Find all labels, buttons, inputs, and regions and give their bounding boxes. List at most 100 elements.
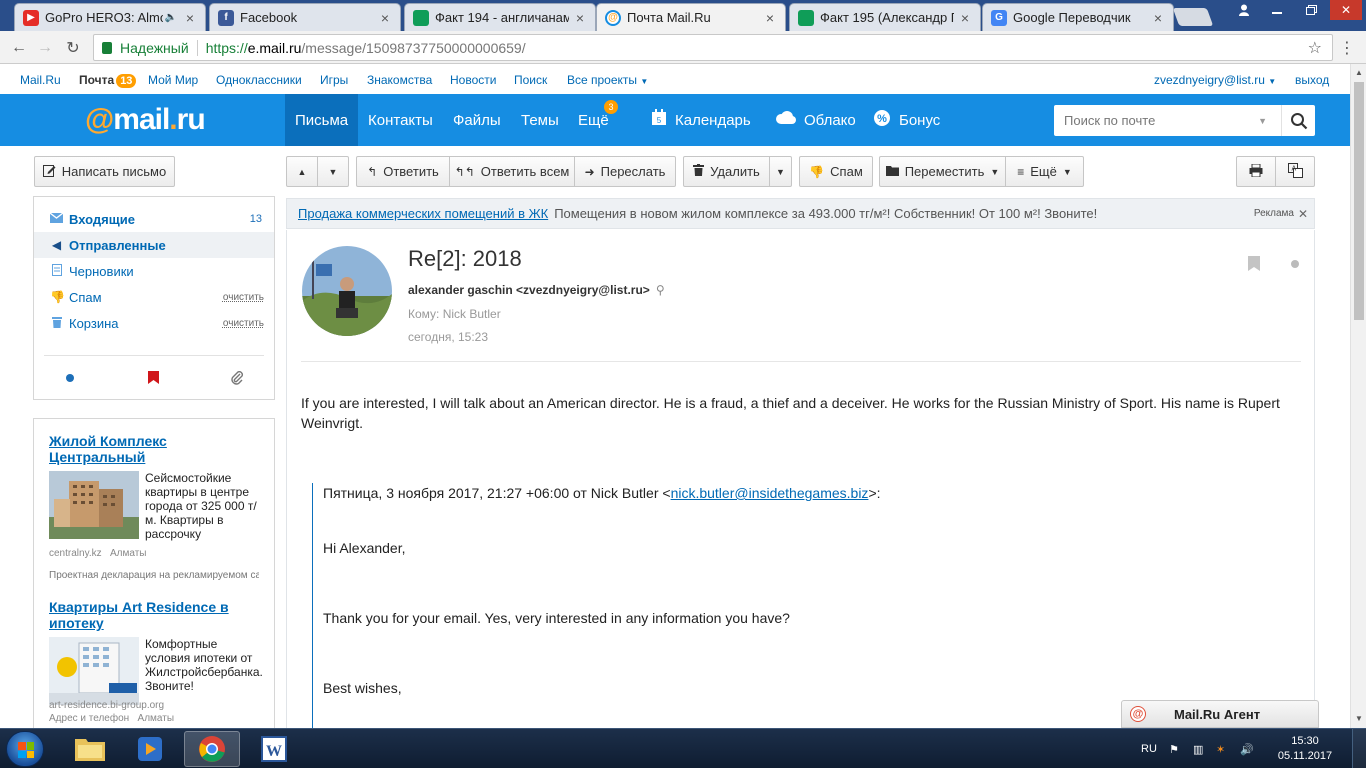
antivirus-icon[interactable]: ✶	[1216, 729, 1225, 768]
portal-link-news[interactable]: Новости	[450, 73, 496, 87]
page-scrollbar[interactable]: ▲ ▼	[1350, 64, 1366, 728]
folder-trash[interactable]: Корзина очистить	[34, 310, 274, 336]
nav-letters[interactable]: Письма	[285, 94, 359, 146]
translate-button[interactable]: A	[1275, 156, 1315, 187]
attachment-filter-icon[interactable]	[230, 371, 244, 388]
bookmark-flag-icon[interactable]	[1248, 256, 1260, 274]
close-tab-icon[interactable]: ×	[378, 10, 392, 26]
scrollbar-thumb[interactable]	[1354, 82, 1364, 320]
clear-trash-link[interactable]: очистить	[223, 318, 264, 329]
nav-files[interactable]: Файлы	[443, 94, 511, 146]
network-icon[interactable]: ▥	[1193, 729, 1203, 768]
flag-icon[interactable]: ⚑	[1169, 729, 1179, 768]
ad-title[interactable]: Жилой Комплекс Центральный	[49, 433, 264, 465]
restore-window-icon[interactable]	[1296, 0, 1326, 20]
close-tab-icon[interactable]: ×	[958, 10, 972, 26]
forward-arrow-icon[interactable]: →	[34, 37, 56, 59]
clear-spam-link[interactable]: очистить	[223, 292, 264, 303]
compose-button[interactable]: Написать письмо	[34, 156, 175, 187]
portal-link-dating[interactable]: Знакомства	[367, 73, 432, 87]
folder-drafts[interactable]: Черновики	[34, 258, 274, 284]
avatar[interactable]	[302, 246, 392, 336]
folder-inbox[interactable]: Входящие 13	[34, 206, 274, 232]
taskbar-chrome[interactable]	[184, 731, 240, 767]
ad-address-link[interactable]: Адрес и телефон	[49, 713, 129, 724]
show-desktop-button[interactable]	[1352, 729, 1366, 768]
close-tab-icon[interactable]: ×	[1151, 10, 1165, 26]
browser-tab-sheet-195[interactable]: Факт 195 (Александр Гаи ×	[789, 3, 981, 31]
nav-cloud[interactable]: Облако	[764, 94, 866, 146]
spam-button[interactable]: 👎 Спам	[799, 156, 873, 187]
browser-tab-sheet-194[interactable]: Факт 194 - англичанам и ×	[404, 3, 596, 31]
language-indicator[interactable]: RU	[1141, 729, 1157, 768]
mailru-logo[interactable]: @mail.ru	[85, 103, 206, 137]
folder-spam[interactable]: 👎 Спам очистить	[34, 284, 274, 310]
search-icon[interactable]	[1281, 105, 1315, 136]
ad-domain[interactable]: art-residence.bi-group.org	[49, 700, 164, 711]
move-button[interactable]: Переместить ▼	[879, 156, 1006, 187]
close-tab-icon[interactable]: ×	[763, 10, 777, 26]
mail-search-input[interactable]	[1054, 106, 1259, 135]
ad-residence-image[interactable]	[49, 637, 139, 705]
browser-tab-youtube[interactable]: ▶ GoPro HERO3: Almost 🔈 ×	[14, 3, 206, 31]
portal-link-mailru[interactable]: Mail.Ru	[20, 73, 61, 87]
close-icon[interactable]: ✕	[1298, 207, 1308, 221]
read-status-icon[interactable]	[1291, 260, 1299, 268]
scroll-up-icon[interactable]: ▲	[1355, 68, 1363, 77]
start-button[interactable]	[6, 731, 44, 767]
back-arrow-icon[interactable]: ←	[8, 37, 30, 59]
search-icon[interactable]: ⚲	[656, 283, 665, 297]
delete-options-dropdown[interactable]: ▼	[769, 156, 792, 187]
taskbar-word[interactable]: W	[246, 731, 302, 767]
portal-link-search[interactable]: Поиск	[514, 73, 547, 87]
ad-domain[interactable]: centralny.kz	[49, 548, 102, 559]
bookmark-star-icon[interactable]: ☆	[1308, 38, 1322, 58]
mailru-agent-button[interactable]: @ Mail.Ru Агент	[1121, 700, 1319, 728]
next-message-button[interactable]: ▼	[317, 156, 349, 187]
close-tab-icon[interactable]: ×	[573, 10, 587, 26]
unread-filter-icon[interactable]	[66, 374, 74, 382]
close-tab-icon[interactable]: ×	[183, 10, 197, 26]
more-actions-button[interactable]: ≡ Ещё ▼	[1005, 156, 1084, 187]
taskbar-media-player[interactable]	[122, 731, 178, 767]
portal-link-mail[interactable]: Почта 13	[79, 73, 137, 88]
flagged-filter-icon[interactable]	[148, 371, 159, 387]
nav-contacts[interactable]: Контакты	[358, 94, 443, 146]
nav-calendar[interactable]: 5 Календарь	[641, 94, 761, 146]
delete-button[interactable]: Удалить	[683, 156, 770, 187]
reload-icon[interactable]: ↻	[62, 37, 84, 59]
browser-menu-icon[interactable]: ⋮	[1336, 37, 1358, 59]
user-profile-icon[interactable]	[1230, 0, 1258, 20]
ad-title[interactable]: Квартиры Art Residence в ипотеку	[49, 599, 264, 631]
minimize-window-icon[interactable]	[1262, 0, 1292, 20]
quote-email-link[interactable]: nick.butler@insidethegames.biz	[671, 485, 869, 501]
nav-themes[interactable]: Темы	[511, 94, 569, 146]
browser-tab-facebook[interactable]: f Facebook ×	[209, 3, 401, 31]
logout-link[interactable]: выход	[1295, 73, 1329, 87]
previous-message-button[interactable]: ▲	[286, 156, 318, 187]
browser-tab-translate[interactable]: G Google Переводчик ×	[982, 3, 1174, 31]
promo-link[interactable]: Продажа коммерческих помещений в ЖК	[298, 206, 548, 221]
message-sender[interactable]: alexander gaschin <zvezdnyeigry@list.ru>…	[408, 283, 665, 297]
system-clock[interactable]: 15:30 05.11.2017	[1270, 734, 1340, 764]
portal-link-all-projects[interactable]: Все проекты ▼	[567, 73, 648, 87]
new-tab-button[interactable]	[1172, 8, 1214, 26]
close-window-icon[interactable]: ✕	[1330, 0, 1362, 20]
portal-link-games[interactable]: Игры	[320, 73, 348, 87]
address-bar[interactable]: Надежный https://e.mail.ru/message/15098…	[93, 34, 1333, 61]
forward-button[interactable]: ➜ Переслать	[574, 156, 676, 187]
user-email-menu[interactable]: zvezdnyeigry@list.ru ▼	[1154, 73, 1276, 87]
volume-icon[interactable]: 🔊	[1240, 729, 1254, 768]
folder-sent[interactable]: ◀ Отправленные	[34, 232, 274, 258]
portal-link-myworld[interactable]: Мой Мир	[148, 73, 198, 87]
ad-building-image[interactable]	[49, 471, 139, 539]
browser-tab-mailru[interactable]: @ Почта Mail.Ru ×	[596, 3, 786, 31]
print-button[interactable]	[1236, 156, 1276, 187]
scroll-down-icon[interactable]: ▼	[1355, 714, 1363, 723]
reply-all-button[interactable]: ↰↰ Ответить всем	[449, 156, 575, 187]
portal-link-ok[interactable]: Одноклассники	[216, 73, 302, 87]
nav-bonus[interactable]: % Бонус	[863, 94, 950, 146]
reply-button[interactable]: ↰ Ответить	[356, 156, 450, 187]
taskbar-explorer[interactable]	[62, 731, 118, 767]
search-options-dropdown-icon[interactable]: ▼	[1258, 116, 1267, 126]
